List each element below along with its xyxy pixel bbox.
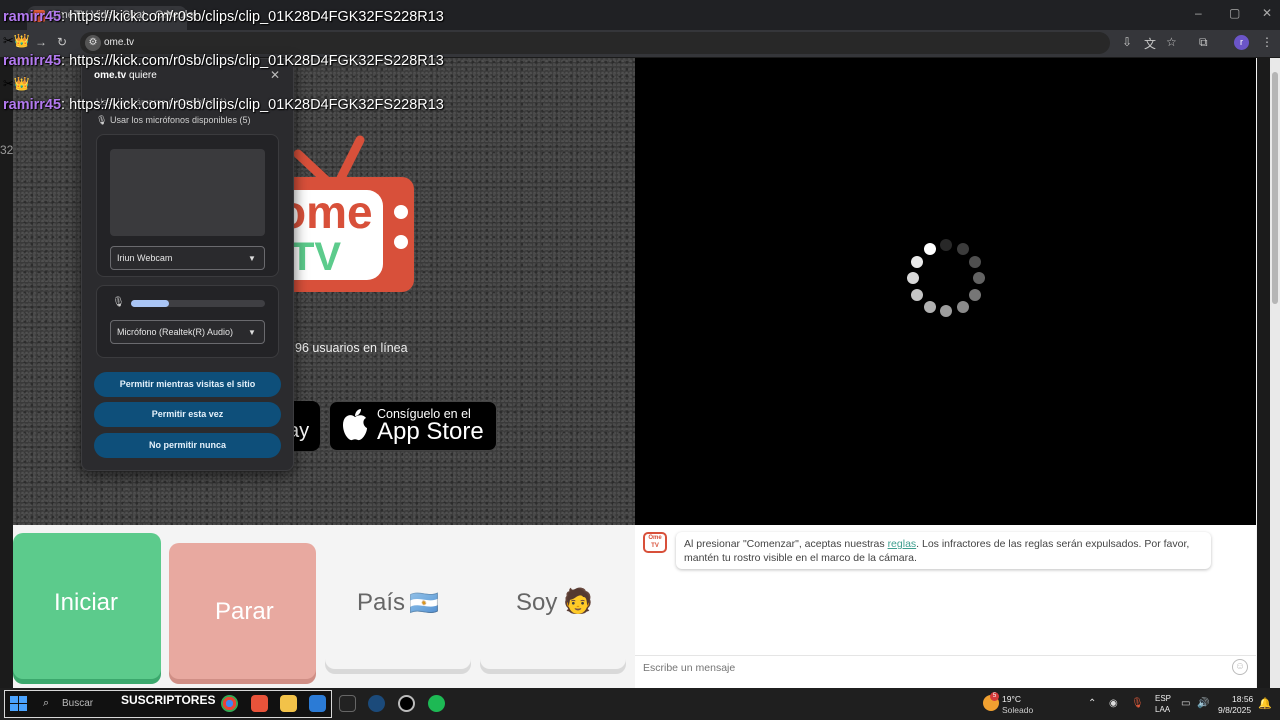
profile-avatar[interactable]: r (1234, 35, 1249, 50)
logo-text-tv: TV (290, 235, 341, 279)
steam-icon[interactable] (368, 695, 385, 712)
brave-icon[interactable] (251, 695, 268, 712)
input-language[interactable]: ESP (1155, 694, 1171, 703)
windows-start-icon[interactable] (10, 696, 28, 712)
person-emoji-icon: 🧑 (563, 588, 593, 615)
never-allow-button[interactable]: No permitir nunca (94, 433, 281, 458)
input-layout[interactable]: LAA (1155, 705, 1170, 714)
overlay-subscribers-label: SUSCRIPTORES (121, 693, 216, 707)
allow-while-visiting-button[interactable]: Permitir mientras visitas el sitio (94, 372, 281, 397)
obs-icon[interactable] (398, 695, 415, 712)
spinner-dot (956, 243, 969, 256)
site-settings-icon[interactable]: ⚙ (85, 35, 101, 51)
scrollbar-thumb[interactable] (1272, 72, 1278, 304)
weather-description: Soleado (1002, 705, 1034, 715)
spinner-dot (911, 288, 924, 301)
popup-mic-line: 🎙 Usar los micrófonos disponibles (5) (96, 115, 251, 125)
overlay-badges: ✂👑 (3, 76, 31, 91)
extensions-icon[interactable]: ⧉ (1199, 35, 1208, 50)
reload-icon[interactable]: ↻ (57, 35, 67, 49)
apple-icon (343, 409, 367, 441)
install-app-icon[interactable]: ⇩ (1122, 35, 1132, 49)
forward-icon[interactable]: → (35, 35, 47, 49)
spinner-dot (923, 243, 936, 256)
spinner-dot (973, 272, 985, 284)
allow-this-time-button[interactable]: Permitir esta vez (94, 402, 281, 427)
camera-select-value: Iriun Webcam (117, 253, 173, 263)
camera-preview (110, 149, 265, 236)
app-store-big-label: App Store (377, 418, 484, 445)
spinner-dot (968, 255, 981, 268)
loading-spinner (904, 236, 988, 320)
popup-close-icon[interactable]: ✕ (270, 68, 280, 82)
overlay-chat-line: ramirr45: https://kick.com/r0sb/clips/cl… (3, 9, 444, 25)
spotify-icon[interactable] (428, 695, 445, 712)
bookmark-star-icon[interactable]: ☆ (1166, 35, 1177, 49)
chat-logo-icon: Ome TV (643, 532, 667, 553)
spinner-dot (956, 300, 969, 313)
microphone-icon: 🎙 (112, 297, 125, 308)
spinner-dot (968, 288, 981, 301)
rules-link[interactable]: reglas (888, 538, 917, 550)
overlay-chat-line: ramirr45: https://kick.com/r0sb/clips/cl… (3, 97, 444, 113)
stop-button-label: Parar (215, 598, 274, 625)
address-bar[interactable] (80, 32, 1110, 54)
minimize-button[interactable]: – (1195, 6, 1202, 20)
close-window-button[interactable]: ✕ (1262, 6, 1272, 20)
clock-date[interactable]: 9/8/2025 (1218, 705, 1251, 715)
spinner-dot (940, 239, 952, 251)
spinner-dot (911, 255, 924, 268)
popup-title: ome.tv quiere (94, 70, 157, 81)
taskbar-search-placeholder: Buscar (62, 698, 94, 709)
chat-divider (635, 655, 1256, 656)
overlay-badges: ✂👑 (3, 33, 31, 48)
weather-temperature: 19°C (1002, 694, 1021, 704)
mic-tray-icon[interactable]: 🎙 (1131, 698, 1144, 709)
epic-games-icon[interactable] (339, 695, 356, 712)
side-number: 32 (0, 143, 14, 157)
spinner-dot (923, 300, 936, 313)
chat-message-text: Al presionar "Comenzar", aceptas nuestra… (684, 538, 1190, 564)
spinner-dot (940, 305, 952, 317)
calendar-app-icon[interactable] (309, 695, 326, 712)
argentina-flag-icon: 🇦🇷 (409, 590, 439, 617)
url-text[interactable]: ome.tv (104, 37, 134, 48)
network-icon[interactable]: ▭ (1181, 698, 1190, 709)
mic-level-fill (131, 300, 169, 307)
chevron-down-icon: ▼ (248, 328, 256, 337)
maximize-button[interactable]: ▢ (1229, 6, 1240, 20)
country-button-label: País (357, 589, 406, 616)
online-users-count: 96 usuarios en línea (295, 341, 408, 355)
chrome-icon[interactable] (221, 695, 238, 712)
mic-icon: 🎙 (96, 115, 108, 125)
discord-icon[interactable]: ◉ (1109, 698, 1118, 709)
search-icon: ⌕ (43, 697, 50, 709)
chat-message-input[interactable] (643, 662, 1223, 674)
microphone-select-value: Micrófono (Realtek(R) Audio) (117, 327, 234, 337)
overlay-chat-line: ramirr45: https://kick.com/r0sb/clips/cl… (3, 53, 444, 69)
emoji-icon[interactable]: ☺ (1232, 659, 1248, 675)
volume-icon[interactable]: 🔊 (1197, 698, 1209, 709)
menu-kebab-icon[interactable]: ⋮ (1261, 35, 1273, 49)
start-button-label: Iniciar (54, 589, 119, 616)
gender-button-label: Soy (516, 589, 558, 616)
tray-chevron-up-icon[interactable]: ⌃ (1088, 698, 1096, 709)
file-explorer-icon[interactable] (280, 695, 297, 712)
weather-badge: 5 (990, 692, 999, 701)
chevron-down-icon: ▼ (248, 254, 256, 263)
translate-icon[interactable]: 文 (1144, 35, 1156, 52)
spinner-dot (907, 272, 919, 284)
clock-time[interactable]: 18:56 (1232, 694, 1253, 704)
notification-bell-icon[interactable]: 🔔 (1258, 697, 1272, 710)
